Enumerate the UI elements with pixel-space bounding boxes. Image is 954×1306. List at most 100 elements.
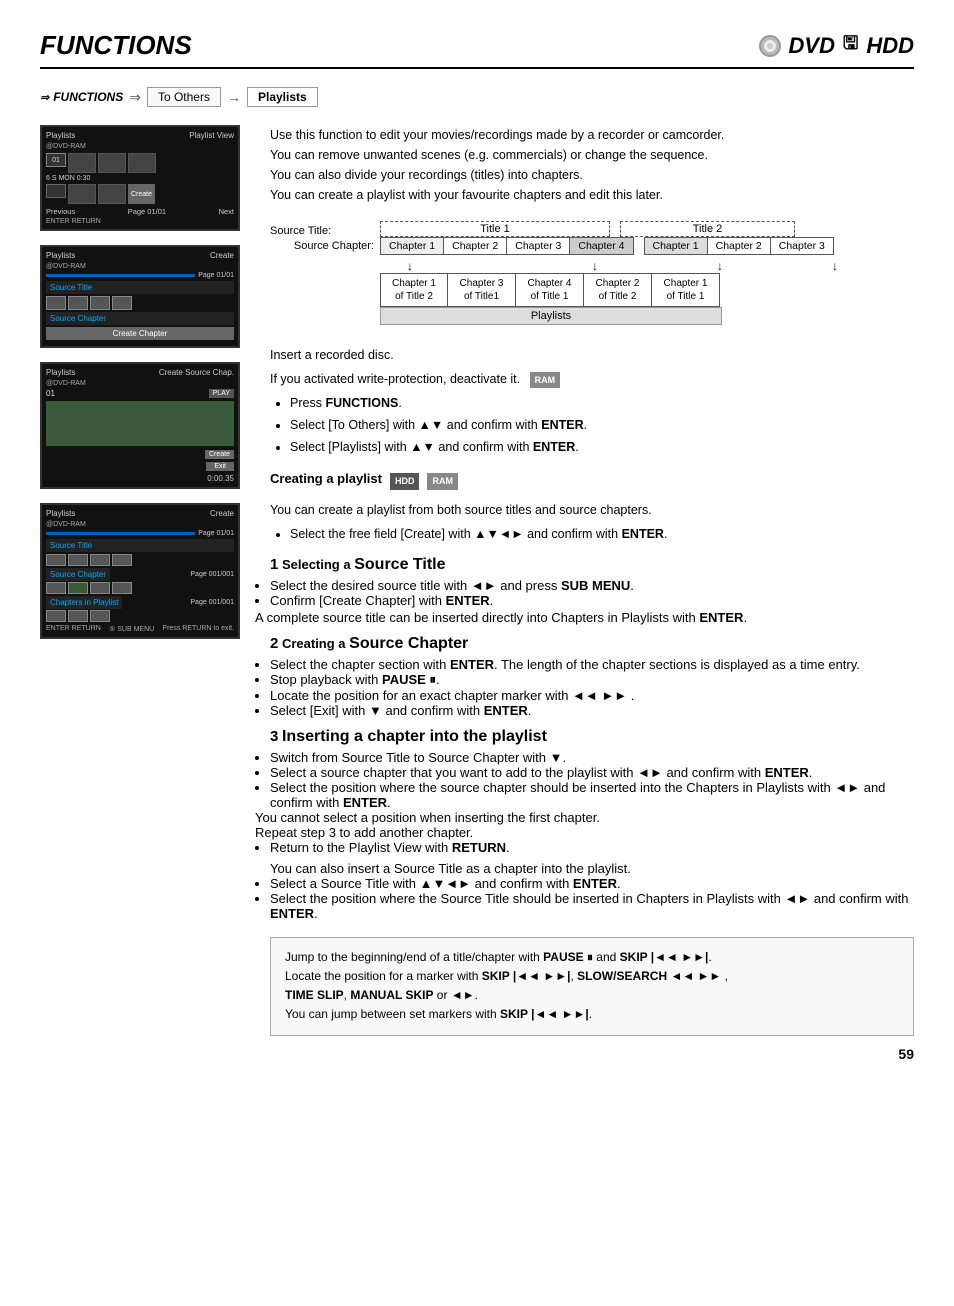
chapters-title2: Chapter 1 Chapter 2 Chapter 3 bbox=[644, 237, 834, 255]
s4t9 bbox=[46, 610, 66, 622]
breadcrumb-functions: ⇒ FUNCTIONS bbox=[40, 90, 123, 104]
s4t11 bbox=[90, 610, 110, 622]
ram-badge-2: RAM bbox=[427, 473, 458, 489]
pl-item-2: Chapter 3of Title1 bbox=[448, 273, 516, 307]
screen-1-row2: Create bbox=[46, 184, 234, 204]
section-3-heading: 3 Inserting a chapter into the playlist bbox=[270, 728, 914, 746]
desc-line-1: Use this function to edit your movies/re… bbox=[270, 125, 914, 145]
screen-4-sc: Source Chapter bbox=[46, 568, 110, 581]
screen-1-thumbs: 01 bbox=[46, 153, 234, 173]
source-title-label: Source Title: bbox=[270, 225, 331, 237]
arrow3 bbox=[500, 259, 560, 273]
playlists-label: Playlists bbox=[380, 307, 722, 325]
ch3-t2: Chapter 3 bbox=[771, 237, 834, 255]
screen-4-cp-row: Chapters in Playlist Page 001/001 bbox=[46, 596, 234, 609]
info-line-2: Locate the position for a marker with SK… bbox=[285, 967, 899, 986]
screen-4-sc-row: Source Chapter Page 001/001 bbox=[46, 568, 234, 581]
s3-extra2: Select a Source Title with ▲▼◄► and conf… bbox=[270, 876, 914, 891]
s1-step2: Confirm [Create Chapter] with ENTER. bbox=[270, 593, 914, 608]
s1-step1: Select the desired source title with ◄► … bbox=[270, 578, 914, 593]
screen-4-page2: Page 001/001 bbox=[190, 571, 234, 578]
screen-1-time: 6 S MON 0:30 bbox=[46, 175, 234, 182]
screen-1-sub: @DVD-RAM bbox=[46, 143, 234, 150]
info-box: Jump to the beginning/end of a title/cha… bbox=[270, 937, 914, 1036]
screen-1-title: Playlists bbox=[46, 131, 75, 140]
breadcrumb: ⇒ FUNCTIONS ⇒ To Others → Playlists bbox=[40, 87, 914, 107]
ch3-t1: Chapter 3 bbox=[507, 237, 570, 255]
screen-1-prev[interactable]: Previous bbox=[46, 207, 75, 216]
instr-step3: Select [Playlists] with ▲▼ and confirm w… bbox=[290, 437, 914, 457]
desc-line-2: You can remove unwanted scenes (e.g. com… bbox=[270, 145, 914, 165]
s4t3 bbox=[90, 554, 110, 566]
s4t8 bbox=[112, 582, 132, 594]
creating-heading-row: Creating a playlist HDD RAM bbox=[270, 469, 914, 494]
breadcrumb-to-others[interactable]: To Others bbox=[147, 87, 221, 107]
s2t4 bbox=[112, 296, 132, 310]
description: Use this function to edit your movies/re… bbox=[270, 125, 914, 205]
arrow5 bbox=[630, 259, 690, 273]
arrow2 bbox=[440, 259, 500, 273]
screen-1-bottom: ENTER RETURN bbox=[46, 218, 234, 225]
ch2-t2: Chapter 2 bbox=[708, 237, 771, 255]
screen-3-video bbox=[46, 401, 234, 446]
playlists-label-row: Playlists bbox=[380, 307, 914, 325]
desc-line-3: You can also divide your recordings (tit… bbox=[270, 165, 914, 185]
instructions-section: Insert a recorded disc. If you activated… bbox=[270, 345, 914, 457]
page-title: FUNCTIONS bbox=[40, 30, 192, 61]
screen-1-footer: Previous Page 01/01 Next bbox=[46, 207, 234, 216]
screen-2-header: Playlists Create bbox=[46, 251, 234, 260]
section-3-list: Switch from Source Title to Source Chapt… bbox=[270, 750, 914, 855]
s2-step1: Select the chapter section with ENTER. T… bbox=[270, 657, 914, 672]
s4t4 bbox=[112, 554, 132, 566]
s2-step2: Stop playback with PAUSE ⏸. bbox=[270, 672, 914, 688]
screen-1-create[interactable]: Create bbox=[128, 184, 155, 204]
breadcrumb-arrow-2: → bbox=[227, 89, 241, 105]
screen-2-create: Create bbox=[210, 251, 234, 260]
arrow7 bbox=[750, 259, 805, 273]
media-icons: DVD 🖫 HDD bbox=[759, 31, 914, 61]
arrow1: ↓ bbox=[380, 259, 440, 273]
screen-4-thumbs2 bbox=[46, 582, 234, 594]
screen-2-progress bbox=[46, 274, 195, 277]
s3-note1: You cannot select a position when insert… bbox=[255, 810, 914, 825]
diagram: Source Title: Title 1 Title 2 Source Cha… bbox=[270, 221, 914, 325]
arrow8: ↓ bbox=[805, 259, 865, 273]
info-line-3: TIME SLIP, MANUAL SKIP or ◄►. bbox=[285, 986, 899, 1005]
screen-4-thumbs1 bbox=[46, 554, 234, 566]
screen-1-next[interactable]: Next bbox=[219, 207, 234, 216]
screen-1-empty1 bbox=[46, 184, 66, 198]
screen-1-thumb5 bbox=[98, 184, 126, 204]
s2t2 bbox=[68, 296, 88, 310]
s2-step3: Locate the position for an exact chapter… bbox=[270, 688, 914, 703]
creating-intro: You can create a playlist from both sour… bbox=[270, 500, 914, 520]
screen-1-page: Page 01/01 bbox=[128, 207, 166, 216]
insert-text: Insert a recorded disc. bbox=[270, 345, 914, 365]
pl-item-3: Chapter 4of Title 1 bbox=[516, 273, 584, 307]
screen-2-page: Page 01/01 bbox=[198, 272, 234, 279]
title-2: Title 2 bbox=[693, 223, 723, 235]
s4t5 bbox=[46, 582, 66, 594]
screen-2: Playlists Create @DVD-RAM Page 01/01 Sou… bbox=[40, 245, 240, 348]
screen-4-thumbs3 bbox=[46, 610, 234, 622]
left-column: Playlists Playlist View @DVD-RAM 01 6 S … bbox=[40, 125, 250, 1036]
breadcrumb-playlists[interactable]: Playlists bbox=[247, 87, 318, 107]
screen-4-bar: Page 01/01 bbox=[46, 530, 234, 537]
s2-step4: Select [Exit] with ▼ and confirm with EN… bbox=[270, 703, 914, 718]
pl-item-5: Chapter 1of Title 1 bbox=[652, 273, 720, 307]
dvd-label: DVD bbox=[789, 33, 835, 59]
hdd-label: HDD bbox=[866, 33, 914, 59]
screen-3-create-btn[interactable]: Create bbox=[205, 450, 234, 459]
screen-1-view: Playlist View bbox=[189, 131, 234, 140]
screen-2-create-chapter[interactable]: Create Chapter bbox=[46, 327, 234, 340]
ram-badge: RAM bbox=[530, 372, 561, 388]
section-3-extra-list: Select a Source Title with ▲▼◄► and conf… bbox=[270, 876, 914, 921]
screen-4-create: Create bbox=[210, 509, 234, 518]
diagram-chapter-row: Source Chapter: Chapter 1 Chapter 2 Chap… bbox=[270, 237, 914, 255]
creating-heading: Creating a playlist bbox=[270, 469, 382, 490]
breadcrumb-arrow-1: ⇒ bbox=[129, 89, 141, 106]
right-column: Use this function to edit your movies/re… bbox=[270, 125, 914, 1036]
main-content: Playlists Playlist View @DVD-RAM 01 6 S … bbox=[40, 125, 914, 1036]
screen-3-exit[interactable]: Exit bbox=[206, 462, 234, 471]
arrow4: ↓ bbox=[560, 259, 630, 273]
s4t2 bbox=[68, 554, 88, 566]
